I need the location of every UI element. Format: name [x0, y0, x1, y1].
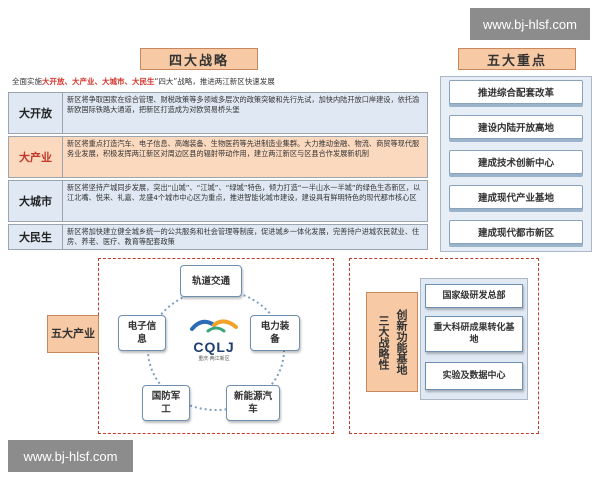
five-priorities-title: 五大重点	[458, 48, 576, 70]
strategy-label-industry: 大产业	[8, 136, 63, 178]
base-lab-data-center-label: 实验及数据中心	[442, 371, 506, 381]
five-industries-label: 五大产业	[47, 315, 99, 353]
industry-new-energy-vehicles-label: 新能源汽车	[233, 391, 272, 415]
industry-electronics: 电子信息	[118, 315, 166, 351]
industry-power-equipment: 电力装备	[250, 315, 300, 351]
strategy-text-industry: 新区将重点打造汽车、电子信息、高端装备、生物医药等先进制造业集群。大力推动金融、…	[63, 136, 428, 178]
industry-defense-label: 国防军工	[151, 391, 181, 415]
cqlj-logo-mark-icon	[190, 319, 238, 333]
base-rd-headquarters-label: 国家级研发总部	[442, 291, 506, 301]
four-strategies-title: 四大战略	[140, 48, 258, 70]
industry-new-energy-vehicles: 新能源汽车	[226, 385, 280, 421]
three-bases-label: 三大战略性 创新功能基地	[366, 292, 418, 392]
strategy-table: 大开放 新区将争取国家在综合管理、财税政策等多领域多层次的政策突破和先行先试，加…	[8, 92, 428, 252]
industry-rail-transit: 轨道交通	[180, 265, 242, 297]
priority-item: 建成技术创新中心	[449, 150, 583, 174]
cqlj-logo-text: CQLJ	[193, 339, 235, 355]
strategy-label-open: 大开放	[8, 92, 63, 134]
cqlj-logo: CQLJ 重庆·两江新区	[184, 315, 244, 370]
strategy-label-livelihood: 大民生	[8, 224, 63, 250]
three-bases-label-left: 三大战略性	[377, 314, 390, 370]
five-priorities-panel: 推进综合配套改革 建设内陆开放高地 建成技术创新中心 建成现代产业基地 建成现代…	[440, 76, 592, 252]
base-research-transfer: 重大科研成果转化基地	[425, 316, 523, 352]
industry-rail-transit-label: 轨道交通	[191, 275, 230, 287]
industry-power-equipment-label: 电力装备	[260, 321, 290, 345]
priority-item: 建成现代都市新区	[449, 220, 583, 244]
priority-item: 推进综合配套改革	[449, 80, 583, 104]
priority-item: 建设内陆开放高地	[449, 115, 583, 139]
watermark-top: www.bj-hlsf.com	[470, 8, 590, 40]
subtitle-highlight: 大开放、大产业、大城市、大民生	[42, 76, 155, 86]
four-strategies-subtitle: 全面实施 大开放、大产业、大城市、大民生 “四大”战略，推进两江新区快速发展	[12, 74, 432, 88]
priority-item: 建成现代产业基地	[449, 185, 583, 209]
industry-defense: 国防军工	[142, 385, 190, 421]
three-bases-label-right: 创新功能基地	[395, 309, 408, 375]
base-research-transfer-label: 重大科研成果转化基地	[433, 323, 515, 345]
industry-electronics-label: 电子信息	[127, 321, 157, 345]
strategy-text-city: 新区将坚持产城同步发展，突出“山城”、“江城”、“绿城”特色，倾力打造“一半山水…	[63, 180, 428, 222]
watermark-bottom: www.bj-hlsf.com	[8, 440, 133, 472]
cqlj-logo-subtext: 重庆·两江新区	[198, 356, 230, 362]
subtitle-suffix: “四大”战略，推进两江新区快速发展	[154, 76, 275, 86]
base-lab-data-center: 实验及数据中心	[425, 362, 523, 390]
strategy-text-open: 新区将争取国家在综合管理、财税政策等多领域多层次的政策突破和先行先试，加快内陆开…	[63, 92, 428, 134]
strategy-text-livelihood: 新区将加快建立健全城乡统一的公共服务和社会管理等制度，促进城乡一体化发展，完善持…	[63, 224, 428, 250]
five-industries-label-text: 五大产业	[51, 327, 95, 340]
subtitle-prefix: 全面实施	[12, 76, 42, 86]
base-rd-headquarters: 国家级研发总部	[425, 284, 523, 308]
strategy-label-city: 大城市	[8, 180, 63, 222]
